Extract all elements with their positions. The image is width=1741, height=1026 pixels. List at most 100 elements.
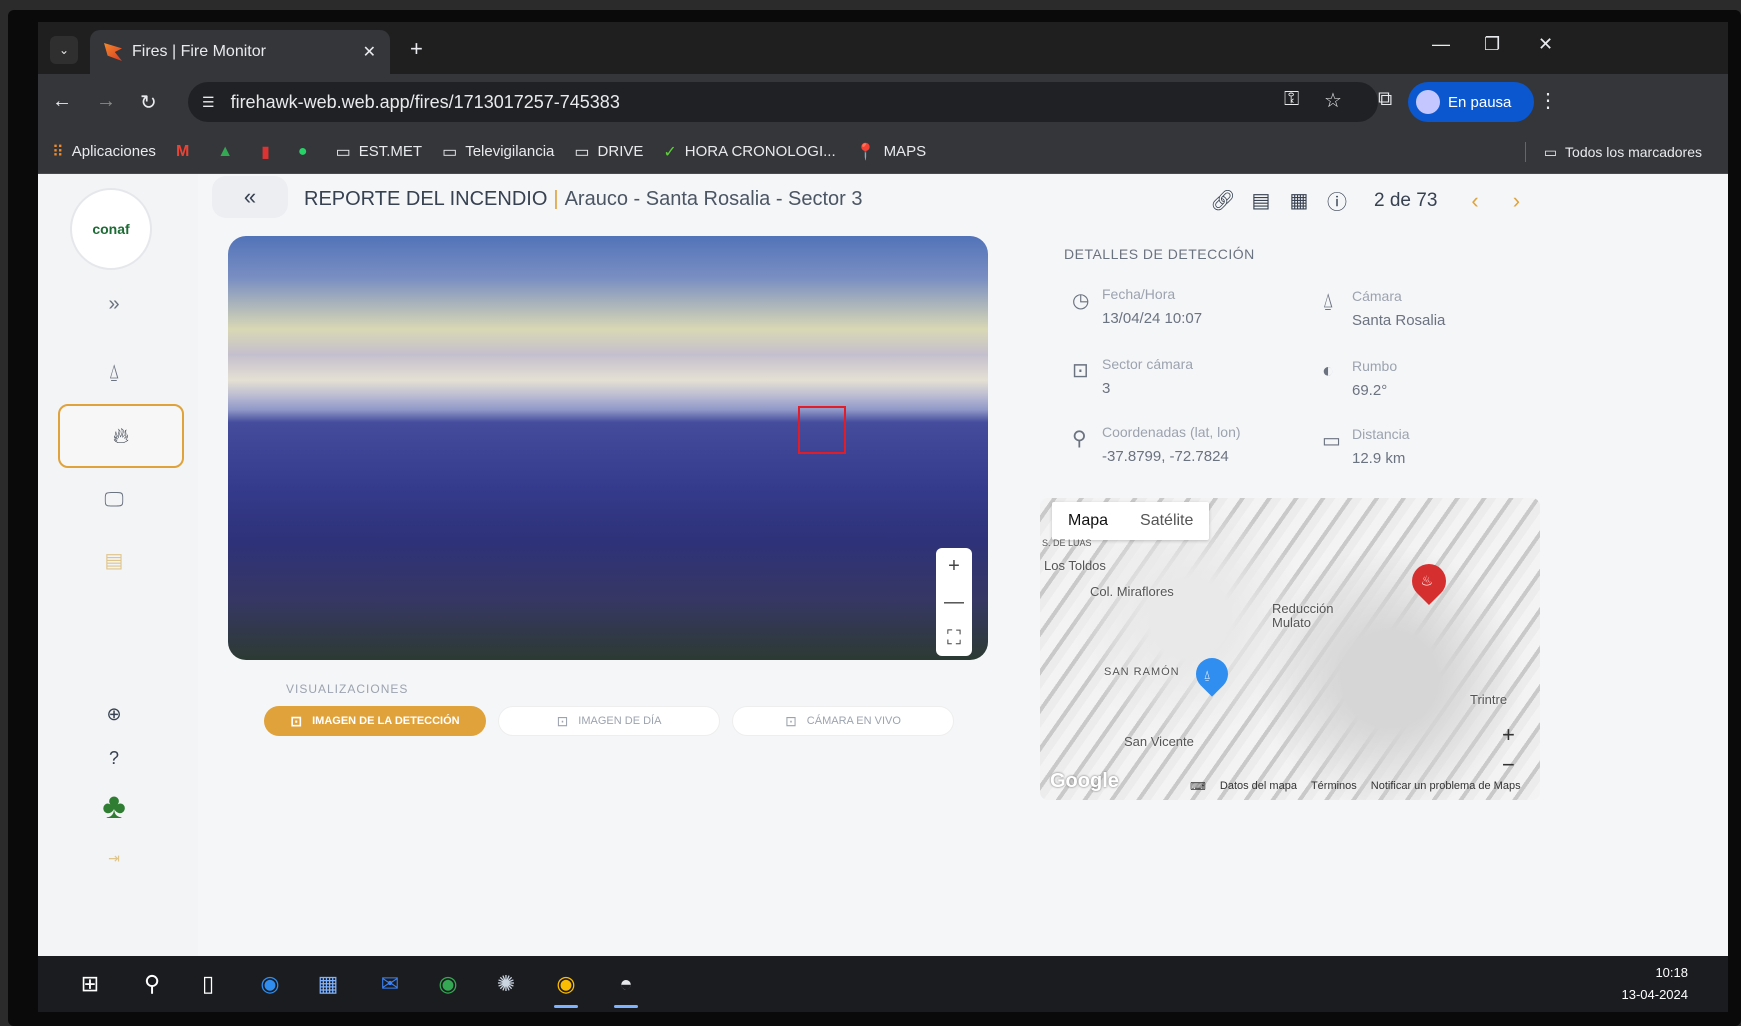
windows-taskbar: ⊞ ⚲ ▯ ◉ ▦ ✉ ◉ ✺ ◉ ◓ 10:18 13-04-2024 [38,956,1728,1012]
monitor-icon[interactable]: 🖵 [90,480,138,520]
help-icon[interactable]: ? [90,738,138,778]
image-zoom-controls: + — ⛶ [936,548,972,656]
detection-box [798,406,846,454]
restore-icon[interactable]: ❐ [1484,34,1500,55]
prev-icon[interactable]: ‹ [1471,188,1478,214]
bookmark-drive[interactable]: ▲ [217,143,241,161]
page-header: « REPORTE DEL INCENDIO | Arauco - Santa Ro… [204,174,1714,234]
visualizations-label: VISUALIZACIONES [286,682,409,696]
collapse-button[interactable]: « [212,176,288,218]
app-icon[interactable]: ◓ [608,968,644,1000]
location-map[interactable]: Mapa Satélite S. DE LUAS Los Toldos Col.… [1040,498,1540,800]
bookmark-star-icon[interactable]: ☆ [1324,88,1342,113]
tab-map[interactable]: Mapa [1052,502,1124,540]
tab-search-icon[interactable]: ⌄ [50,36,78,64]
browser-tab[interactable]: Fires | Fire Monitor ✕ [90,30,390,74]
zoom-in-icon[interactable]: + [948,555,960,578]
key-icon[interactable]: ⚿ [1284,88,1299,111]
fullscreen-icon[interactable]: ⛶ [947,627,961,650]
whatsapp-icon: ● [297,142,308,160]
active-indicator [554,1005,578,1008]
all-bookmarks[interactable]: ▭ Todos los marcadores [1524,142,1702,162]
forest-icon: ♣ [102,785,126,826]
mail-icon[interactable]: ✉ [372,968,408,1000]
live-camera-button[interactable]: ⊡ CÁMARA EN VIVO [732,706,954,736]
close-tab-icon[interactable]: ✕ [363,42,376,62]
url-text[interactable]: firehawk-web.web.app/fires/1713017257-74… [231,92,620,113]
detection-image-button[interactable]: ⊡ IMAGEN DE LA DETECCIÓN [264,706,486,736]
check-circle-icon: ✓ [663,143,677,161]
divider [1524,142,1526,162]
monitor-frame: ⌄ Fires | Fire Monitor ✕ + — ❐ ✕ ← → ↻ ☰… [8,10,1741,1026]
task-view-icon[interactable]: ▯ [190,968,226,1000]
expand-sidebar-icon[interactable]: » [90,284,138,324]
bookmark-apps[interactable]: ⠿ Aplicaciones [52,142,156,162]
pdf-icon[interactable]: ▤ [1242,188,1280,213]
bookmark-hora[interactable]: ✓ HORA CRONOLOGI... [663,142,835,162]
focus-icon: ⊡ [1072,360,1089,382]
start-icon[interactable]: ⊞ [72,968,108,1000]
apps-grid-icon: ⠿ [52,143,64,161]
store-icon[interactable]: ▦ [310,968,346,1000]
profile-button[interactable]: En pausa [1408,82,1534,122]
link-icon[interactable]: 🔗︎ [1204,188,1242,213]
report-icon[interactable]: ▤ [90,540,138,580]
globe-icon[interactable]: ⊕ [90,694,138,734]
search-icon[interactable]: ⚲ [134,968,170,1000]
bookmark-whatsapp[interactable]: ● [298,143,316,161]
site-info-icon[interactable]: ☰ [202,94,215,111]
header-actions: 🔗︎ ▤ ▦ ⓘ 2 de 73 ‹ › [1204,186,1520,215]
omnibox[interactable]: ☰ firehawk-web.web.app/fires/1713017257-… [188,82,1378,122]
camera-icon: ⊡ [785,712,797,729]
menu-icon[interactable]: ⋮ [1538,88,1558,113]
page-title: REPORTE DEL INCENDIO | Arauco - Santa Rosa… [304,188,863,210]
reload-icon[interactable]: ↻ [140,90,157,115]
ruler-icon: ▭ [1322,430,1341,452]
fire-location-pin[interactable]: ♨ [1404,556,1454,606]
bookmark-gmail[interactable]: M [176,143,197,161]
close-window-icon[interactable]: ✕ [1538,34,1553,55]
app-icon[interactable]: ✺ [488,968,524,1000]
antenna-icon[interactable]: ⍙ [90,352,138,392]
back-icon[interactable]: ← [52,90,72,113]
edge-icon[interactable]: ◉ [252,968,288,1000]
next-icon[interactable]: › [1513,188,1520,214]
conaf-logo: conaf [70,188,152,270]
bookmark-televigilancia[interactable]: ▭ Televigilancia [442,142,554,162]
keyboard-icon[interactable]: ⌨ [1190,780,1206,793]
map-zoom-in-icon[interactable]: + [1502,720,1515,750]
document-icon[interactable]: ▦ [1280,188,1318,213]
logout-icon[interactable]: ⇥ [90,838,138,878]
chrome-icon[interactable]: ◉ [430,968,466,1000]
detection-media-card: + — ⛶ VISUALIZACIONES ⊡ IMAGEN DE LA DETE… [228,236,1004,796]
drive-icon: ▲ [217,142,234,160]
antenna-icon: ⍙ [1203,667,1211,682]
camera-icon: ⊡ [556,712,569,729]
tab-bar: ⌄ Fires | Fire Monitor ✕ + — ❐ ✕ [38,22,1728,74]
sidebar-item-fires[interactable]: 🔥︎ [58,404,184,468]
forward-icon[interactable]: → [96,90,116,113]
bookmark-flag[interactable]: ▮ [261,142,278,162]
bookmark-maps[interactable]: 📍 MAPS [856,142,926,162]
day-image-button[interactable]: ⊡ IMAGEN DE DÍA [498,706,720,736]
bookmark-estmet[interactable]: ▭ EST.MET [336,142,422,162]
tab-satellite[interactable]: Satélite [1124,502,1209,540]
chrome-active-icon[interactable]: ◉ [548,968,584,1000]
minimize-icon[interactable]: — [1432,34,1450,55]
sidebar: conaf » ⍙ 🔥︎ 🖵 ▤ ⊕ ? ♣ ⇥ [38,174,198,956]
zoom-out-icon[interactable]: — [944,591,964,614]
bookmark-drive-folder[interactable]: ▭ DRIVE [574,142,643,162]
detection-image[interactable]: + — ⛶ [228,236,988,660]
extensions-icon[interactable]: ⧉ [1378,88,1392,111]
map-zoom-controls: + − [1502,720,1515,780]
new-tab-icon[interactable]: + [410,36,423,62]
system-clock[interactable]: 10:18 13-04-2024 [1622,962,1689,1006]
map-type-tabs: Mapa Satélite [1052,502,1210,540]
clock-time: 10:18 [1655,965,1688,980]
folder-icon: ▭ [574,143,590,161]
alert-icon[interactable]: ⓘ [1318,186,1356,215]
camera-location-pin[interactable]: ⍙ [1189,651,1235,697]
tab-title: Fires | Fire Monitor [132,43,266,60]
double-chevron-left-icon: « [243,184,257,209]
map-zoom-out-icon[interactable]: − [1502,750,1515,780]
